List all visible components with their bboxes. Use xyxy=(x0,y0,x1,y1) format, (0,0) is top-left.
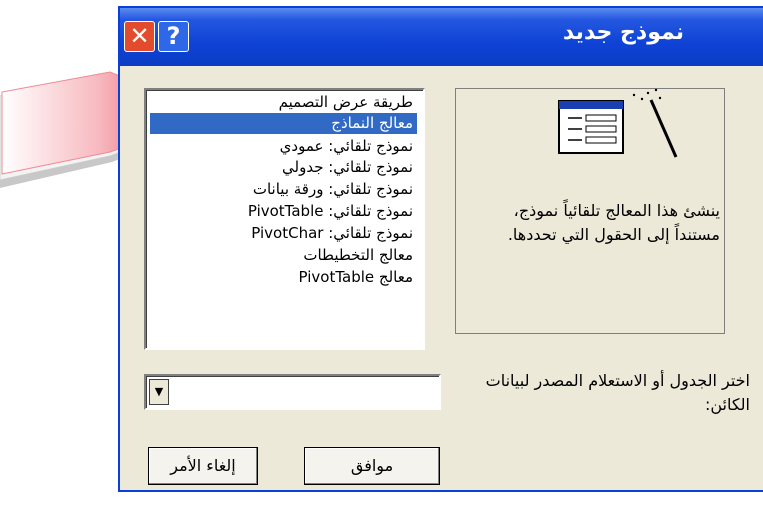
list-item-autoform-pivotchart[interactable]: نموذج تلقائي: PivotChar xyxy=(150,223,417,244)
list-item-autoform-datasheet[interactable]: نموذج تلقائي: ورقة بيانات xyxy=(150,179,417,200)
help-button[interactable]: ? xyxy=(158,21,189,52)
list-item-form-wizard[interactable]: معالج النماذج xyxy=(150,113,417,134)
list-item-autoform-pivottable[interactable]: نموذج تلقائي: PivotTable xyxy=(150,201,417,222)
cancel-button[interactable]: إلغاء الأمر xyxy=(148,447,258,485)
list-item-design-view[interactable]: طريقة عرض التصميم xyxy=(150,92,417,113)
window-title: نموذج جديد xyxy=(562,20,684,45)
source-combobox[interactable]: ▼ xyxy=(144,374,441,410)
list-item-pivottable-wizard[interactable]: معالج PivotTable xyxy=(150,267,417,288)
question-icon: ? xyxy=(166,22,181,50)
close-button[interactable]: ✕ xyxy=(124,21,155,52)
ok-button[interactable]: موافق xyxy=(304,447,440,485)
form-wizard-icon xyxy=(558,88,678,158)
form-type-list[interactable]: طريقة عرض التصميم معالج النماذج نموذج تل… xyxy=(144,88,425,350)
chevron-down-icon: ▼ xyxy=(154,385,164,398)
list-item-autoform-columnar[interactable]: نموذج تلقائي: عمودي xyxy=(150,136,417,157)
title-bar[interactable]: نموذج جديد ? ✕ xyxy=(120,8,763,66)
dropdown-button[interactable]: ▼ xyxy=(149,379,169,405)
list-item-autoform-tabular[interactable]: نموذج تلقائي: جدولي xyxy=(150,157,417,178)
list-item-chart-wizard[interactable]: معالج التخطيطات xyxy=(150,245,417,266)
wizard-description: ينشئ هذا المعالج تلقائياً نموذج، مستنداً… xyxy=(507,201,720,244)
close-icon: ✕ xyxy=(129,22,150,50)
source-label: اختر الجدول أو الاستعلام المصدر لبيانات … xyxy=(485,371,750,414)
new-form-dialog: نموذج جديد ? ✕ ينشئ هذا المعالج تلقائياً… xyxy=(118,6,763,492)
